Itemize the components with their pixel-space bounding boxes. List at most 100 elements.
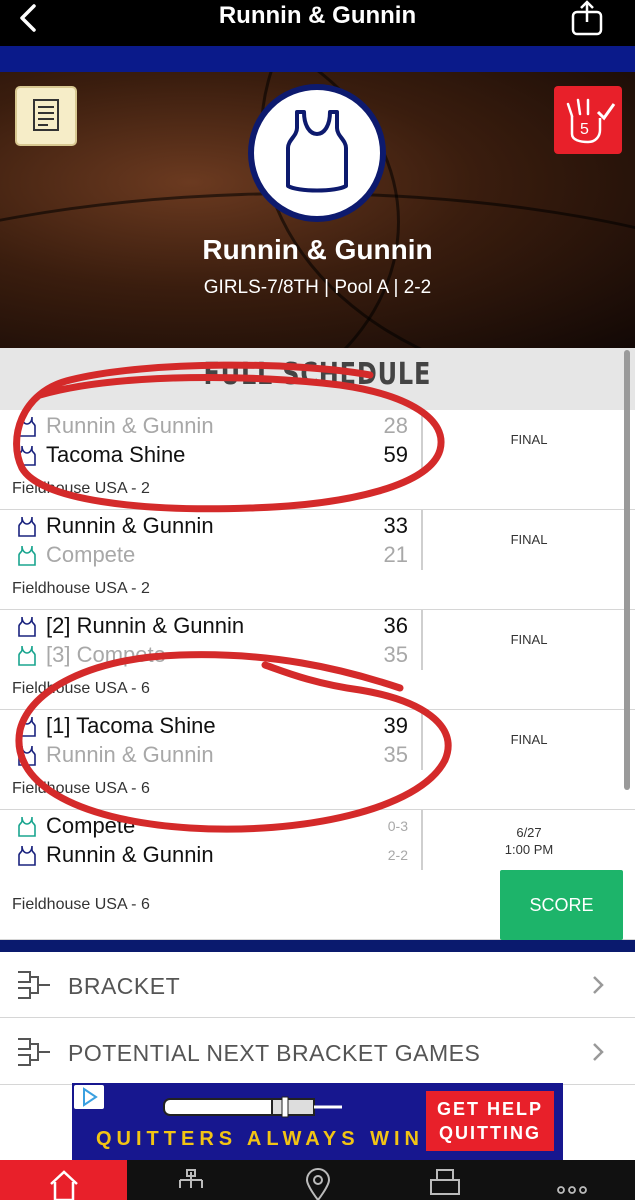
team-line: Runnin & Gunnin 35	[18, 741, 413, 771]
team-line: Tacoma Shine 59	[18, 441, 413, 471]
game-location: Fieldhouse USA - 6	[12, 780, 150, 797]
adchoices-icon[interactable]	[74, 1085, 104, 1109]
team-score: 59	[383, 442, 408, 467]
tab-locations[interactable]	[254, 1160, 381, 1200]
potential-games-row[interactable]: POTENTIAL NEXT BRACKET GAMES	[0, 1019, 635, 1085]
bracket-icon	[18, 1038, 50, 1066]
jersey-icon	[18, 416, 36, 437]
vote-button[interactable]: 5	[554, 86, 622, 154]
team-line: Compete 21	[18, 541, 413, 571]
game-row[interactable]: Runnin & Gunnin 28 Tacoma Shine 59 FINAL…	[0, 410, 635, 510]
divider	[421, 710, 423, 770]
jersey-icon	[18, 445, 36, 466]
game-time: 1:00 PM	[504, 842, 554, 857]
ad-banner[interactable]: QUITTERS ALWAYS WIN GET HELP QUITTING	[72, 1083, 563, 1160]
team-score: 21	[383, 542, 408, 567]
score-button[interactable]: SCORE	[500, 870, 623, 940]
section-divider	[0, 940, 635, 952]
notes-button[interactable]	[15, 86, 77, 146]
game-status: FINAL	[510, 732, 548, 747]
bracket-label: BRACKET	[68, 973, 181, 999]
page-title: Runnin & Gunnin	[218, 2, 417, 29]
tab-more[interactable]	[508, 1160, 635, 1200]
jersey-icon	[18, 516, 36, 537]
games-list: Runnin & Gunnin 28 Tacoma Shine 59 FINAL…	[0, 410, 635, 940]
svg-text:5: 5	[580, 121, 589, 138]
team-logo	[248, 84, 386, 222]
jersey-icon	[286, 110, 348, 193]
jersey-icon	[18, 616, 36, 637]
team-score: 35	[383, 642, 408, 667]
team-record: 0-3	[387, 818, 408, 834]
more-icon	[557, 1186, 587, 1194]
team-score: 35	[383, 742, 408, 767]
share-icon[interactable]	[569, 0, 605, 36]
team-name: Compete	[46, 542, 136, 567]
schedule-header: FULL SCHEDULE	[0, 348, 635, 410]
chevron-right-icon	[593, 1043, 604, 1061]
divider	[421, 610, 423, 670]
team-record: 2-2	[387, 847, 408, 863]
home-icon	[50, 1170, 78, 1200]
scrollbar[interactable]	[624, 350, 630, 790]
notes-icon	[33, 99, 59, 131]
divider	[421, 510, 423, 570]
team-name: Compete	[46, 813, 136, 838]
team-hero: 5 Runnin & Gunnin GIRLS-7/8TH | Pool A |…	[0, 72, 635, 348]
game-row[interactable]: Compete 0-3 Runnin & Gunnin 2-2 6/27 1:0…	[0, 810, 635, 940]
tab-bar	[0, 1160, 635, 1200]
team-name: Runnin & Gunnin	[46, 742, 214, 767]
schedule-title: FULL SCHEDULE	[203, 357, 432, 392]
cigarette-graphic	[163, 1096, 342, 1118]
game-date: 6/27	[516, 825, 542, 840]
team-name: Runnin & Gunnin	[46, 413, 214, 438]
vote-icon: 5	[566, 98, 616, 144]
team-score: 39	[383, 713, 408, 738]
ad-cta-line1: GET HELP	[436, 1099, 543, 1119]
header-stripe	[0, 46, 635, 72]
team-name: Tacoma Shine	[46, 442, 186, 467]
team-line: Compete 0-3	[18, 812, 413, 842]
jersey-icon	[18, 545, 36, 566]
team-line: [3] Compete 35	[18, 641, 413, 671]
game-status: FINAL	[510, 632, 548, 647]
team-line: [1] Tacoma Shine 39	[18, 712, 413, 742]
top-bar: Runnin & Gunnin	[0, 0, 635, 46]
map-pin-icon	[305, 1168, 331, 1200]
tab-print[interactable]	[381, 1160, 508, 1200]
team-line: [2] Runnin & Gunnin 36	[18, 612, 413, 642]
bracket-icon	[18, 971, 50, 999]
chevron-right-icon	[593, 976, 604, 994]
team-name: [1] Tacoma Shine	[46, 713, 216, 738]
team-line: Runnin & Gunnin 33	[18, 512, 413, 542]
game-row[interactable]: [2] Runnin & Gunnin 36 [3] Compete 35 FI…	[0, 610, 635, 710]
game-location: Fieldhouse USA - 6	[12, 896, 150, 913]
team-name: Runnin & Gunnin	[46, 513, 214, 538]
jersey-icon	[18, 745, 36, 766]
game-location: Fieldhouse USA - 6	[12, 680, 150, 697]
team-subtitle: GIRLS-7/8TH | Pool A | 2-2	[203, 277, 432, 298]
tree-icon	[179, 1169, 203, 1188]
game-location: Fieldhouse USA - 2	[12, 580, 150, 597]
game-row[interactable]: Runnin & Gunnin 33 Compete 21 FINAL Fiel…	[0, 510, 635, 610]
team-line: Runnin & Gunnin 2-2	[18, 841, 413, 871]
jersey-icon	[18, 845, 36, 866]
team-score: 28	[383, 413, 408, 438]
team-score: 33	[383, 513, 408, 538]
tab-home[interactable]	[0, 1160, 127, 1200]
team-line: Runnin & Gunnin 28	[18, 412, 413, 442]
bracket-row[interactable]: BRACKET	[0, 952, 635, 1018]
ad-cta[interactable]: GET HELP QUITTING	[426, 1091, 554, 1151]
game-location: Fieldhouse USA - 2	[12, 480, 150, 497]
tab-brackets[interactable]	[127, 1160, 254, 1200]
ad-cta-line2: QUITTING	[439, 1123, 541, 1143]
divider	[421, 810, 423, 870]
divider	[421, 410, 423, 470]
team-score: 36	[383, 613, 408, 638]
team-name: Runnin & Gunnin	[46, 842, 214, 867]
game-row[interactable]: [1] Tacoma Shine 39 Runnin & Gunnin 35 F…	[0, 710, 635, 810]
ad-slogan: QUITTERS ALWAYS WIN	[96, 1128, 424, 1150]
printer-icon	[430, 1169, 460, 1195]
team-name: [2] Runnin & Gunnin	[46, 613, 245, 638]
jersey-icon	[18, 816, 36, 837]
